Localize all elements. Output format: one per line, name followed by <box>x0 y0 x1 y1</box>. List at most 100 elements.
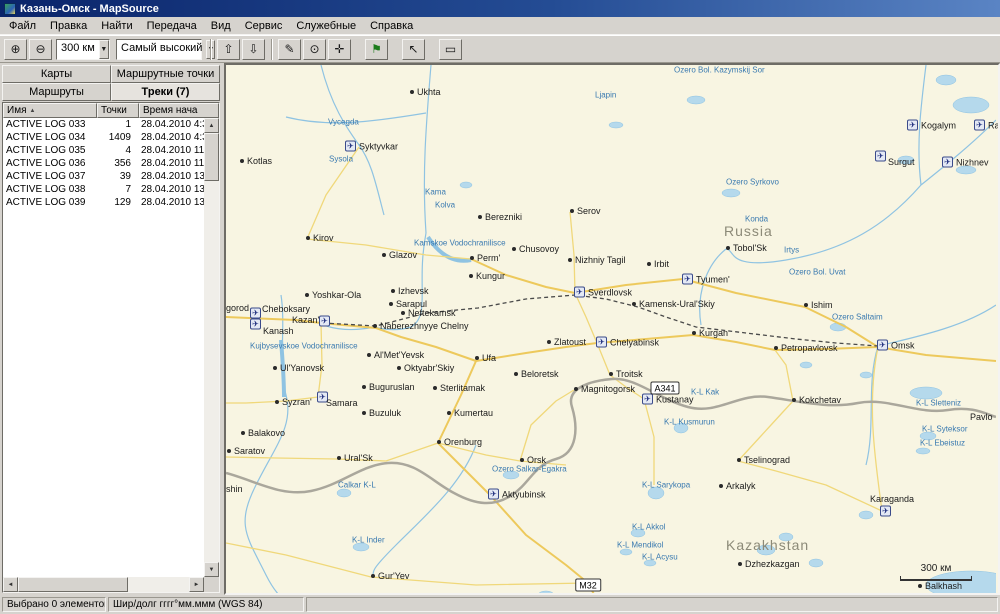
water-label: Kujbysevskoe Vodochranilisce <box>250 342 358 351</box>
airport-marker[interactable]: ✈ <box>319 316 330 327</box>
map-scale-select[interactable]: 300 км ▼ <box>56 39 110 60</box>
track-row[interactable]: ACTIVE LOG 035428.04.2010 11: <box>3 144 204 157</box>
send-to-device-button[interactable]: ⇧ <box>217 39 240 60</box>
menu-item[interactable]: Вид <box>204 18 238 34</box>
marker-text: Buzuluk <box>369 408 401 418</box>
city-dot-icon <box>437 440 441 444</box>
airport-marker[interactable]: ✈Omsk <box>877 340 915 351</box>
city-label: gorod <box>226 303 249 313</box>
city-dot-icon <box>647 262 651 266</box>
horizontal-scroll-thumb[interactable] <box>18 577 128 592</box>
marker-text: Kotlas <box>247 156 272 166</box>
track-row[interactable]: ACTIVE LOG 033128.04.2010 4:3 <box>3 118 204 131</box>
city-label: Tselinograd <box>737 455 790 465</box>
track-row[interactable]: ACTIVE LOG 03912928.04.2010 13: <box>3 196 204 209</box>
column-header-points[interactable]: Точки <box>97 103 139 118</box>
column-header-time[interactable]: Время нача <box>139 103 219 118</box>
menu-item[interactable]: Служебные <box>289 18 363 34</box>
marker-text: Ural'Sk <box>344 453 373 463</box>
marker-text: Calkar K-L <box>338 481 376 490</box>
airport-marker[interactable]: ✈Ra <box>974 120 1000 131</box>
tab-routes[interactable]: Маршруты <box>2 83 111 101</box>
receive-from-device-button[interactable]: ⇩ <box>242 39 265 60</box>
marker-text: Glazov <box>389 250 417 260</box>
airport-marker[interactable]: ✈Kustanay <box>642 394 694 405</box>
vertical-scrollbar[interactable]: ▲ ▼ <box>204 118 219 577</box>
city-dot-icon <box>609 372 613 376</box>
scroll-up-button[interactable]: ▲ <box>204 118 219 133</box>
detail-level-select[interactable]: Самый высокий ▼ <box>116 39 202 60</box>
marker-text: Surgut <box>888 157 915 167</box>
track-row[interactable]: ACTIVE LOG 03635628.04.2010 11: <box>3 157 204 170</box>
pan-tool-button[interactable]: ✛ <box>328 39 351 60</box>
menu-item[interactable]: Найти <box>94 18 139 34</box>
menu-item[interactable]: Файл <box>2 18 43 34</box>
airport-marker[interactable]: ✈Chelyabinsk <box>596 337 659 348</box>
marker-text: Syzran' <box>282 397 312 407</box>
airport-icon: ✈ <box>682 274 693 285</box>
marker-text: Omsk <box>891 340 915 350</box>
airport-marker[interactable]: ✈ <box>875 151 886 162</box>
marker-text: Ufa <box>482 353 496 363</box>
menu-item[interactable]: Сервис <box>238 18 290 34</box>
airport-marker[interactable]: ✈Nizhnev <box>942 157 989 168</box>
marker-text: Al'Met'Yevsk <box>374 350 424 360</box>
marker-text: Gur'Yev <box>378 571 409 581</box>
airport-marker[interactable]: ✈ <box>317 392 328 403</box>
vertical-scroll-track[interactable] <box>204 133 219 562</box>
zoom-out-button[interactable]: ⊖ <box>29 39 52 60</box>
airport-marker[interactable]: ✈ <box>250 319 261 330</box>
city-label: Orenburg <box>437 437 482 447</box>
zoom-in-button[interactable]: ⊕ <box>4 39 27 60</box>
city-label: Izhevsk <box>391 286 429 296</box>
menu-item[interactable]: Правка <box>43 18 94 34</box>
track-row[interactable]: ACTIVE LOG 0373928.04.2010 13: <box>3 170 204 183</box>
marker-text: Kirov <box>313 233 334 243</box>
titlebar[interactable]: Казань-Омск - MapSource <box>0 0 1000 17</box>
tab-maps[interactable]: Карты <box>2 65 111 83</box>
marker-text: Izhevsk <box>398 286 429 296</box>
track-cell-pts: 356 <box>97 158 139 169</box>
selection-tool-button[interactable]: ↖ <box>402 39 425 60</box>
city-label: Ukhta <box>410 87 441 97</box>
track-row[interactable]: ACTIVE LOG 038728.04.2010 13: <box>3 183 204 196</box>
airport-marker[interactable]: ✈Aktyubinsk <box>488 489 546 500</box>
marker-text: Pavlo <box>970 412 993 422</box>
marker-text: K-L Syteksor <box>922 425 968 434</box>
map-canvas[interactable]: UkhtaKotlasSerovBereznikiKirovChusovoyTo… <box>224 63 1000 595</box>
tab-waypoints[interactable]: Маршрутные точки <box>111 65 220 83</box>
column-header-name[interactable]: Имя ▲ <box>3 103 97 118</box>
scroll-down-button[interactable]: ▼ <box>204 562 219 577</box>
scroll-right-button[interactable]: ► <box>189 577 204 592</box>
airport-marker[interactable]: ✈ <box>250 308 261 319</box>
route-tool-icon: ✎ <box>284 42 294 56</box>
city-label: Kirov <box>306 233 334 243</box>
chevron-down-icon[interactable]: ▼ <box>99 40 109 59</box>
track-row[interactable]: ACTIVE LOG 034140928.04.2010 4:3 <box>3 131 204 144</box>
airport-marker[interactable]: ✈Syktyvkar <box>345 141 398 152</box>
city-dot-icon <box>373 324 377 328</box>
marker-text: Naberezhnyye Chelny <box>380 321 469 331</box>
menu-item[interactable]: Передача <box>140 18 204 34</box>
city-dot-icon <box>918 584 922 588</box>
horizontal-scroll-track[interactable] <box>18 577 189 592</box>
route-tool-button[interactable]: ✎ <box>278 39 301 60</box>
tab-tracks[interactable]: Треки (7) <box>111 83 220 101</box>
airport-marker[interactable]: ✈ <box>880 506 891 517</box>
city-label: Oktyabr'Skiy <box>397 363 454 373</box>
horizontal-scrollbar[interactable]: ◄ ► <box>3 577 204 592</box>
water-label: K-L Ebeistuz <box>920 439 965 448</box>
scroll-left-button[interactable]: ◄ <box>3 577 18 592</box>
airport-marker[interactable]: ✈Kogalym <box>907 120 956 131</box>
marker-text: Irtys <box>784 246 799 255</box>
waypoint-tool-button[interactable]: ⚑ <box>365 39 388 60</box>
country-label: Kazakhstan <box>726 537 809 553</box>
menu-item[interactable]: Справка <box>363 18 420 34</box>
airport-icon: ✈ <box>907 120 918 131</box>
airport-marker[interactable]: ✈Sverdlovsk <box>574 287 632 298</box>
measure-tool-button[interactable]: ▭ <box>439 39 462 60</box>
marker-text: Perm' <box>477 253 500 263</box>
airport-marker[interactable]: ✈Tyumen' <box>682 274 730 285</box>
zoom-tool-button[interactable]: ⊙ <box>303 39 326 60</box>
vertical-scroll-thumb[interactable] <box>204 133 219 181</box>
